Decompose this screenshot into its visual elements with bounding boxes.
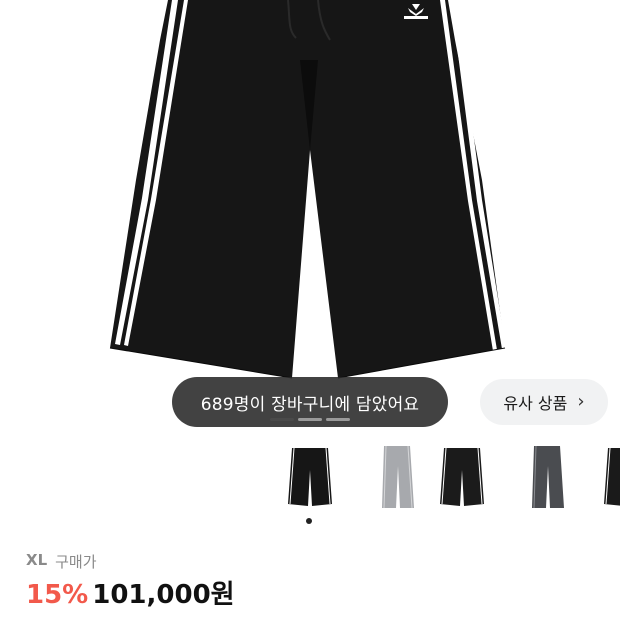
color-option-black-partial[interactable] [602,446,620,510]
color-option-black-shorts-2[interactable] [438,446,486,510]
pants-illustration [109,0,506,379]
color-option-charcoal-wide[interactable] [524,446,572,510]
color-option-grey-wide[interactable] [374,446,422,510]
sale-price: 101,000원 [92,580,235,610]
pager-bar-1[interactable] [270,418,294,421]
price-row: 15% 101,000원 [26,574,235,611]
image-pager [270,418,350,422]
chevron-right-icon: › [577,391,585,412]
discount-rate: 15% [26,580,89,610]
similar-products-label: 유사 상품 [503,394,568,413]
option-size: XL [26,551,48,569]
pager-bar-2[interactable] [298,418,322,421]
pager-bar-3[interactable] [326,418,350,421]
color-option-black-shorts[interactable] [286,446,334,510]
selected-option: XL 구매가 [26,551,97,572]
similar-products-button[interactable]: 유사 상품 › [480,379,608,425]
product-detail-screen: 689명이 장바구니에 담았어요 유사 상품 › XL 구매가 15% 101,… [0,0,620,620]
product-image[interactable] [0,0,620,425]
selected-option-indicator [306,518,312,524]
option-label: 구매가 [55,553,97,571]
